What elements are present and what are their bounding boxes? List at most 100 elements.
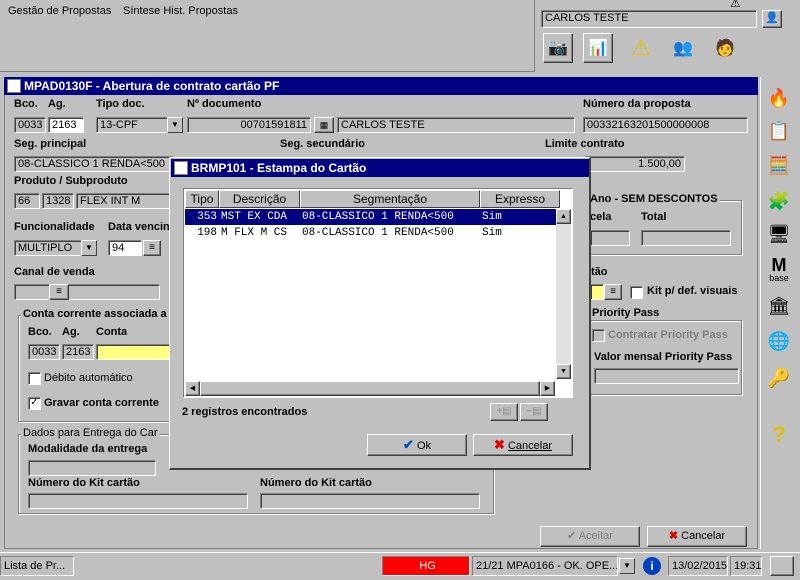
mbase-label: base xyxy=(769,273,789,283)
status-dropdown-icon[interactable]: ▼ xyxy=(619,558,635,574)
search-doc-icon[interactable]: ▦ xyxy=(314,117,334,133)
info-icon[interactable]: i xyxy=(643,557,661,575)
warning-icon[interactable]: ⚠ xyxy=(626,33,656,63)
kit-visuais-checkbox[interactable] xyxy=(630,286,643,299)
cell-descricao: MST EX CDA xyxy=(221,211,288,223)
status-task[interactable]: Lista de Pr... xyxy=(0,556,74,576)
ok-check-icon: ✔ xyxy=(402,437,414,452)
label-debito-auto: Débito automático xyxy=(44,372,133,384)
dialog-cancel-button[interactable]: ✖ Cancelar xyxy=(473,434,573,456)
cartao-field[interactable] xyxy=(590,284,604,300)
key-icon[interactable]: 🔑 xyxy=(766,365,792,391)
scroll-left-icon[interactable]: ◀ xyxy=(185,381,200,396)
subproduto-field: 1328 xyxy=(42,193,74,209)
dialog-grid[interactable]: Tipo Descrição Segmentação Expresso 353 … xyxy=(183,188,573,398)
modalidade-field xyxy=(28,460,156,476)
user-icon[interactable]: 👤 xyxy=(762,10,782,28)
check-icon: ✔ xyxy=(567,530,577,542)
scroll-thumb[interactable] xyxy=(200,381,540,396)
scroll-right-icon[interactable]: ▶ xyxy=(540,381,555,396)
calculator-icon[interactable]: 🧮 xyxy=(766,152,792,178)
menu-sintese-hist-propostas[interactable]: Síntese Hist. Propostas xyxy=(123,5,238,17)
label-limite-contrato: Limite contrato xyxy=(545,138,625,150)
help-icon[interactable]: ? xyxy=(766,422,792,448)
computer-icon[interactable]: 🖥 xyxy=(766,221,792,247)
presentation-icon[interactable]: 📊 xyxy=(583,33,613,63)
vertical-scrollbar[interactable]: ▲ ▼ xyxy=(556,209,571,379)
tipo-doc-dropdown-icon[interactable]: ▼ xyxy=(167,117,183,133)
column-header-segmentacao[interactable]: Segmentação xyxy=(300,190,480,208)
produto-nome-field: FLEX INT M xyxy=(76,193,174,209)
tipo-doc-select[interactable]: 13-CPF xyxy=(96,117,168,133)
parcela-field xyxy=(590,230,630,246)
window-icon xyxy=(7,79,21,93)
aceitar-button[interactable]: ✔ Aceitar xyxy=(540,526,640,547)
cell-segmentacao: 08-CLASSICO 1 RENDA<500 xyxy=(302,227,454,239)
horizontal-scrollbar[interactable]: ◀ ▶ xyxy=(185,381,555,396)
users-icon[interactable]: 👥 xyxy=(668,33,698,63)
canal-venda-list-icon[interactable]: ≡ xyxy=(49,284,69,300)
table-row[interactable]: 198 M FLX M CS 08-CLASSICO 1 RENDA<500 S… xyxy=(185,225,556,241)
anuidade-group-title: Ano - SEM DESCONTOS xyxy=(588,193,720,205)
column-header-expresso[interactable]: Expresso xyxy=(480,190,560,208)
list-icon[interactable]: ≡ xyxy=(143,240,161,256)
column-header-tipo[interactable]: Tipo xyxy=(185,190,219,208)
menu-gestao-propostas[interactable]: Gestão de Propostas xyxy=(8,5,111,17)
globe-icon[interactable]: 🌐 xyxy=(766,328,792,354)
funcionalidade-dropdown-icon[interactable]: ▼ xyxy=(81,240,97,256)
cancelar-button[interactable]: ✖ Cancelar xyxy=(647,526,747,547)
gravar-conta-checkbox[interactable]: ✓ xyxy=(28,397,41,410)
label-kit2: Número do Kit cartão xyxy=(260,477,372,489)
status-time: 19:31 xyxy=(730,556,762,576)
aceitar-label: Aceitar xyxy=(578,530,613,542)
scroll-up-icon[interactable]: ▲ xyxy=(556,209,571,224)
label-kit-visuais: Kit p/ def. visuais xyxy=(647,285,738,297)
label-ag2: Ag. xyxy=(62,326,80,338)
debito-auto-checkbox[interactable] xyxy=(28,372,41,385)
column-header-descricao[interactable]: Descrição xyxy=(219,190,300,208)
status-corner-icon[interactable] xyxy=(770,556,794,576)
limite-field: 1.500,00 xyxy=(585,156,685,172)
cancelar-label: Cancelar xyxy=(681,530,726,542)
mbase-letter: M xyxy=(771,255,787,275)
label-gravar-conta: Gravar conta corrente xyxy=(44,397,159,409)
entrega-title: Dados para Entrega do Car xyxy=(21,427,160,439)
person-info-icon[interactable]: 🧑 xyxy=(710,33,740,63)
mbase-icon[interactable]: M base xyxy=(766,255,792,283)
contratar-pp-checkbox[interactable] xyxy=(592,329,605,342)
label-num-doc: Nº documento xyxy=(187,98,262,110)
puzzle-icon[interactable]: 🧩 xyxy=(766,188,792,214)
table-row[interactable]: 353 MST EX CDA 08-CLASSICO 1 RENDA<500 S… xyxy=(185,209,556,225)
cartao-list-icon[interactable]: ≡ xyxy=(604,284,622,300)
add-row-icon[interactable]: +▤ xyxy=(490,403,518,421)
bank-logo-icon[interactable]: 🔥 xyxy=(766,85,792,111)
data-vencimento-field[interactable]: 94 xyxy=(108,240,142,256)
label-modalidade: Modalidade da entrega xyxy=(28,443,148,455)
canal-venda-field xyxy=(14,284,160,300)
user-name-field: CARLOS TESTE xyxy=(541,10,757,28)
dialog-ok-button[interactable]: ✔ Ok xyxy=(367,434,467,456)
kit2-field xyxy=(260,493,480,509)
remove-row-icon[interactable]: −▤ xyxy=(520,403,548,421)
cell-expresso: Sim xyxy=(482,211,502,223)
client-name-field: CARLOS TESTE xyxy=(337,117,575,133)
status-message: 21/21 MPA0166 - OK. OPE... xyxy=(472,556,618,576)
produto-field: 66 xyxy=(14,193,40,209)
funcionalidade-select[interactable]: MULTIPLO xyxy=(14,240,82,256)
conta-ag-field: 2163 xyxy=(62,344,94,360)
conta-num-field[interactable] xyxy=(96,344,174,360)
form-icon[interactable]: 📋 xyxy=(766,118,792,144)
fn-icon[interactable]: 🏛 xyxy=(766,293,792,319)
status-date: 13/02/2015 xyxy=(668,556,728,576)
label-parcela: cela xyxy=(590,211,612,223)
cell-descricao: M FLX M CS xyxy=(221,227,288,239)
ag-field[interactable]: 2163 xyxy=(48,117,84,133)
warning-small-icon: ⚠ xyxy=(730,0,741,10)
scroll-down-icon[interactable]: ▼ xyxy=(556,364,571,379)
x-icon: ✖ xyxy=(668,530,679,542)
dialog-window-icon xyxy=(174,161,188,175)
label-cartao: tão xyxy=(591,266,608,278)
cancel-x-icon: ✖ xyxy=(494,437,505,452)
camera-icon[interactable]: 📷 xyxy=(543,33,573,63)
label-produto: Produto / Subproduto xyxy=(14,175,128,187)
